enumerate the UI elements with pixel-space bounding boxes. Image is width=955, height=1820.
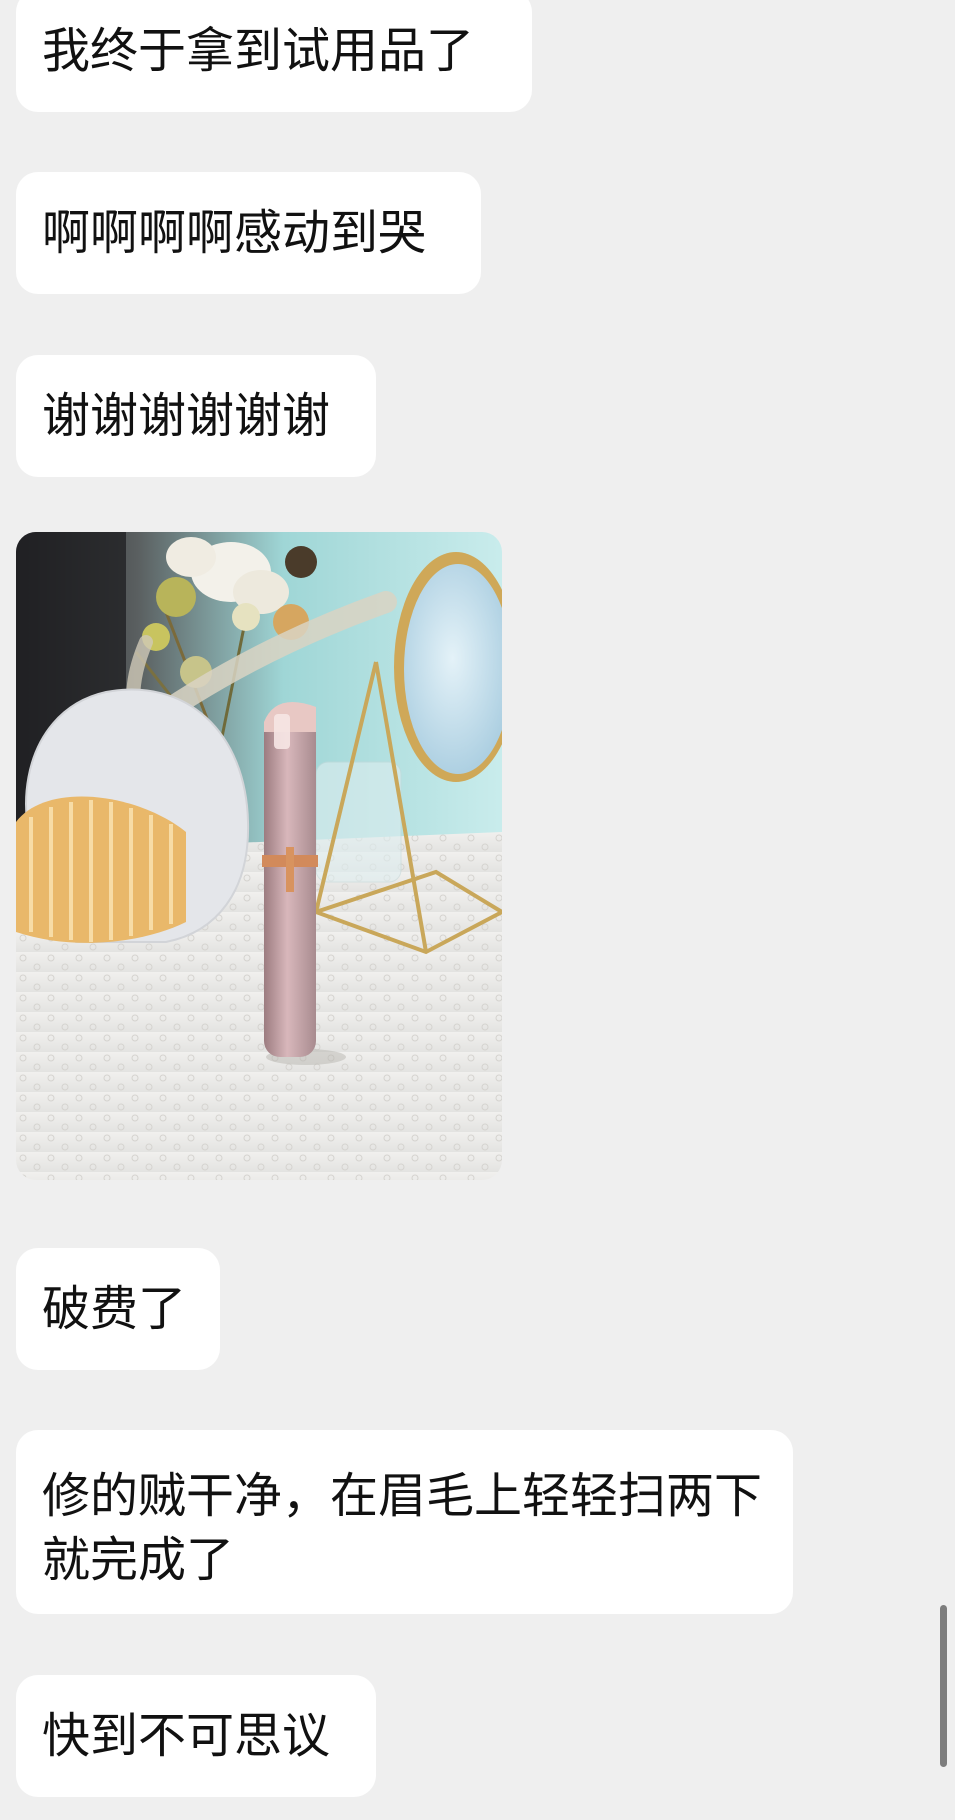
message-bubble[interactable]: 啊啊啊啊感动到哭 (16, 172, 481, 294)
message-bubble[interactable]: 修的贼干净，在眉毛上轻轻扫两下就完成了 (16, 1430, 793, 1614)
product-photo-icon (16, 532, 502, 1180)
message-bubble[interactable]: 我终于拿到试用品了 (16, 0, 532, 112)
message-bubble[interactable]: 破费了 (16, 1248, 220, 1370)
message-image[interactable] (16, 532, 502, 1180)
message-bubble[interactable]: 快到不可思议 (16, 1675, 376, 1797)
scrollbar[interactable] (940, 1605, 947, 1767)
message-bubble[interactable]: 谢谢谢谢谢谢 (16, 355, 376, 477)
